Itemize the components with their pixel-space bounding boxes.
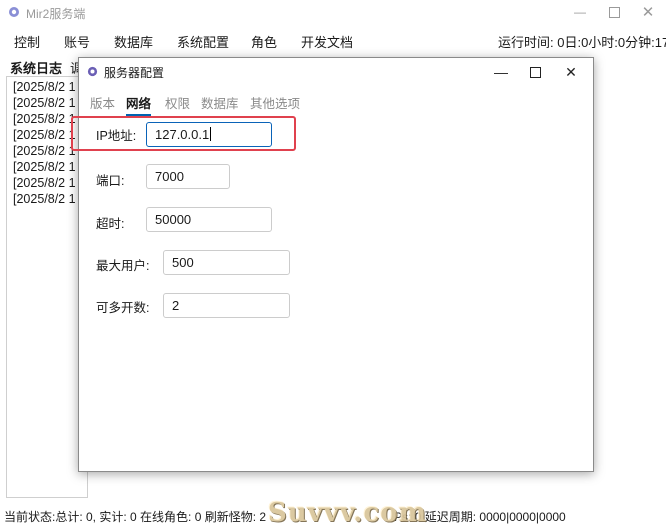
log-line: [2025/8/2 1 bbox=[13, 96, 76, 110]
tab-permissions[interactable]: 权限 bbox=[165, 93, 190, 112]
minimize-icon: — bbox=[494, 64, 508, 80]
menu-system-config[interactable]: 系统配置 bbox=[177, 32, 229, 51]
tab-network[interactable]: 网络 bbox=[126, 93, 152, 116]
dialog-title: 服务器配置 bbox=[104, 66, 165, 80]
multi-open-label: 可多开数: bbox=[96, 301, 150, 315]
maximize-icon bbox=[608, 6, 620, 18]
max-users-input[interactable]: 500 bbox=[163, 250, 290, 275]
close-icon: ✕ bbox=[641, 4, 655, 21]
status-left: 当前状态:总计: 0, 实计: 0 在线角色: 0 刷新怪物: 2 bbox=[4, 510, 267, 524]
log-line: [2025/8/2 1 bbox=[13, 128, 76, 142]
app-icon bbox=[9, 7, 19, 17]
close-button[interactable]: ✕ bbox=[628, 0, 666, 24]
maximize-icon bbox=[529, 66, 541, 78]
menu-database[interactable]: 数据库 bbox=[114, 32, 153, 51]
tab-database[interactable]: 数据库 bbox=[201, 93, 239, 112]
log-line: [2025/8/2 1 bbox=[13, 144, 76, 158]
log-line: [2025/8/2 1 bbox=[13, 176, 76, 190]
dialog-close-button[interactable]: ✕ bbox=[553, 58, 589, 86]
log-line: [2025/8/2 1 bbox=[13, 160, 76, 174]
close-icon: ✕ bbox=[565, 63, 577, 80]
dialog-app-icon bbox=[87, 66, 98, 77]
watermark: Suvvv.com bbox=[268, 498, 428, 528]
runtime-label: 运行时间: 0日:0小时:0分钟:17秒 bbox=[498, 35, 666, 50]
menu-dev-docs[interactable]: 开发文档 bbox=[301, 32, 353, 51]
max-users-label: 最大用户: bbox=[96, 259, 150, 273]
menu-control[interactable]: 控制 bbox=[14, 32, 40, 51]
minimize-icon: — bbox=[574, 5, 586, 19]
dialog-maximize-button[interactable] bbox=[517, 58, 553, 86]
highlight-box bbox=[71, 116, 296, 151]
port-input[interactable]: 7000 bbox=[146, 164, 230, 189]
log-line: [2025/8/2 1 bbox=[13, 112, 76, 126]
port-label: 端口: bbox=[96, 174, 125, 188]
timeout-input[interactable]: 50000 bbox=[146, 207, 272, 232]
tab-other-options[interactable]: 其他选项 bbox=[250, 93, 300, 112]
timeout-label: 超时: bbox=[96, 217, 125, 231]
dialog-minimize-button[interactable]: — bbox=[483, 58, 519, 86]
log-line: [2025/8/2 1 bbox=[13, 192, 76, 206]
multi-open-input[interactable]: 2 bbox=[163, 293, 290, 318]
menu-account[interactable]: 账号 bbox=[64, 32, 90, 51]
tab-version[interactable]: 版本 bbox=[90, 93, 115, 112]
window-title: Mir2服务端 bbox=[26, 7, 86, 21]
log-line: [2025/8/2 1 bbox=[13, 80, 76, 94]
menu-role[interactable]: 角色 bbox=[251, 32, 277, 51]
